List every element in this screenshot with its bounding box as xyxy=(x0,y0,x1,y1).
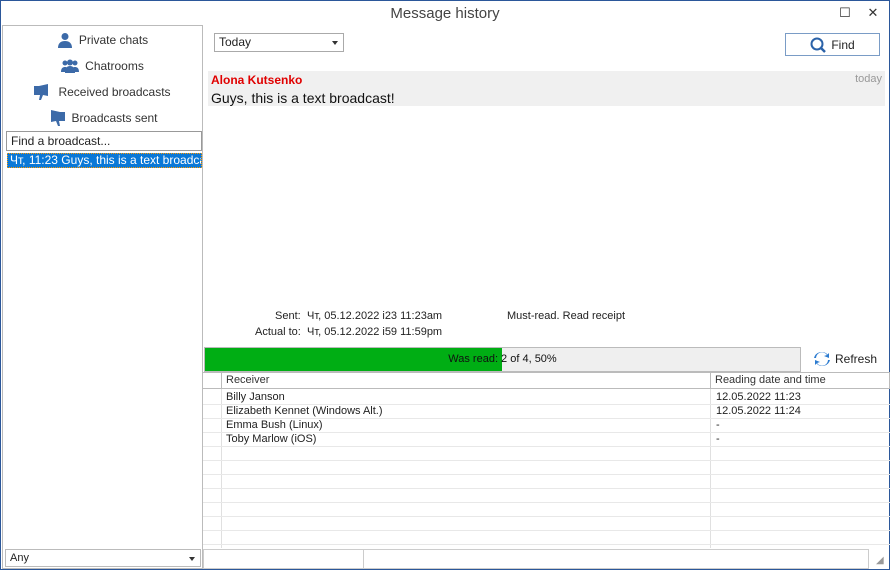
status-cell xyxy=(203,549,364,569)
sidebar: Private chats Chatrooms Received broadca… xyxy=(2,25,203,569)
chevron-down-icon xyxy=(332,41,338,45)
table-row[interactable] xyxy=(203,447,890,461)
table-row[interactable]: Elizabeth Kennet (Windows Alt.) 12.05.202… xyxy=(203,405,890,419)
filter-select[interactable]: Any xyxy=(5,549,201,567)
close-icon[interactable]: ✕ xyxy=(865,5,881,21)
receiver-cell: Toby Marlow (iOS) xyxy=(226,433,317,445)
find-broadcast-input[interactable]: Find a broadcast... xyxy=(6,131,202,151)
sidebar-item-label: Broadcasts sent xyxy=(71,111,158,125)
chevron-down-icon xyxy=(189,557,195,561)
message-time: today xyxy=(855,73,882,85)
table-row[interactable]: Toby Marlow (iOS) - xyxy=(203,433,890,447)
resize-grip-icon[interactable]: ◢ xyxy=(876,555,884,566)
status-cell xyxy=(363,549,869,569)
refresh-button[interactable]: Refresh xyxy=(813,350,877,368)
user-icon xyxy=(57,33,72,48)
reading-time-cell: - xyxy=(716,419,720,431)
sent-label: Sent: xyxy=(275,310,301,322)
actual-value: Чт, 05.12.2022 i59 11:59pm xyxy=(307,326,443,338)
message-author: Alona Kutsenko xyxy=(211,73,303,87)
table-row[interactable] xyxy=(203,489,890,503)
progress-label: Was read: 2 of 4, 50% xyxy=(448,353,557,365)
table-row[interactable]: Emma Bush (Linux) - xyxy=(203,419,890,433)
sidebar-item-private-chats[interactable]: Private chats xyxy=(3,28,202,52)
reading-time-cell: 12.05.2022 11:23 xyxy=(716,391,801,403)
users-icon xyxy=(61,59,80,73)
find-button[interactable]: Find xyxy=(785,33,880,56)
message-flags: Must-read. Read receipt xyxy=(507,310,625,322)
message-bubble: Alona Kutsenko today Guys, this is a tex… xyxy=(208,71,885,106)
filter-value: Any xyxy=(10,552,29,564)
read-progress-bar: Was read: 2 of 4, 50% xyxy=(204,347,801,372)
receiver-cell: Elizabeth Kennet (Windows Alt.) xyxy=(226,405,383,417)
megaphone-out-icon xyxy=(51,110,66,126)
table-row[interactable]: Billy Janson 12.05.2022 11:23 xyxy=(203,391,890,405)
window-title: Message history xyxy=(390,5,500,22)
megaphone-in-icon xyxy=(34,84,49,100)
period-value: Today xyxy=(219,35,252,49)
refresh-label: Refresh xyxy=(835,352,878,366)
table-row[interactable] xyxy=(203,531,890,545)
receiver-cell: Billy Janson xyxy=(226,391,285,403)
row-indicator-header xyxy=(203,373,222,389)
maximize-icon[interactable]: ☐ xyxy=(837,5,853,21)
reading-time-cell: 12.05.2022 11:24 xyxy=(716,405,801,417)
sidebar-item-label: Private chats xyxy=(78,33,149,47)
receivers-table: Receiver Reading date and time Billy Jan… xyxy=(203,372,890,548)
table-row[interactable] xyxy=(203,475,890,489)
reading-time-cell: - xyxy=(716,433,720,445)
table-row[interactable] xyxy=(203,503,890,517)
sidebar-item-label: Chatrooms xyxy=(85,59,144,73)
sidebar-item-broadcasts-sent[interactable]: Broadcasts sent xyxy=(3,106,202,130)
sidebar-item-label: Received broadcasts xyxy=(58,85,171,99)
column-header-receiver[interactable]: Receiver xyxy=(222,373,711,389)
sent-value: Чт, 05.12.2022 i23 11:23am xyxy=(307,310,443,322)
table-row[interactable] xyxy=(203,517,890,531)
find-label: Find xyxy=(831,37,855,52)
refresh-icon xyxy=(814,352,830,366)
column-header-reading-time[interactable]: Reading date and time xyxy=(711,373,890,389)
message-history-window: Message history ☐ ✕ Private chats Chatro… xyxy=(0,0,890,570)
message-text: Guys, this is a text broadcast! xyxy=(211,90,395,106)
sidebar-item-chatrooms[interactable]: Chatrooms xyxy=(3,54,202,78)
period-select[interactable]: Today xyxy=(214,33,344,52)
broadcast-list-item[interactable]: Чт, 11:23 Guys, this is a text broadca..… xyxy=(7,153,202,168)
sidebar-item-received-broadcasts[interactable]: Received broadcasts xyxy=(3,80,202,104)
receiver-cell: Emma Bush (Linux) xyxy=(226,419,323,431)
search-icon xyxy=(810,37,827,53)
actual-label: Actual to: xyxy=(255,326,301,338)
table-row[interactable] xyxy=(203,461,890,475)
